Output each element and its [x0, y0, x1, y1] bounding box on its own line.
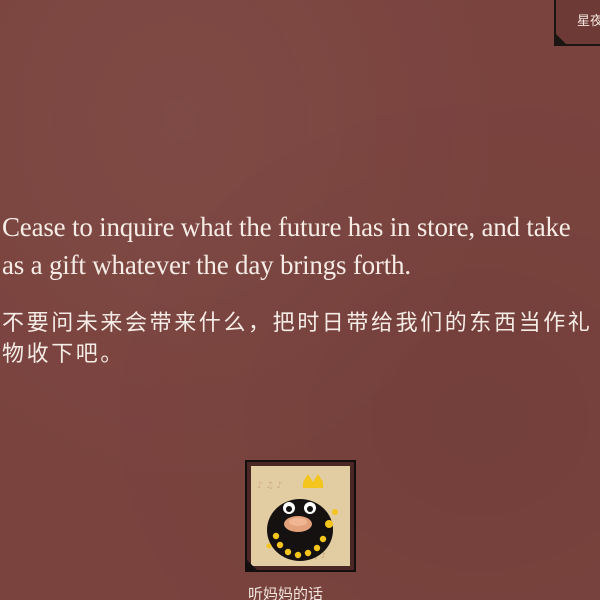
card-corner-mark: [556, 34, 566, 44]
quote-chinese: 不要问未来会带来什么，把时日带给我们的东西当作礼物收下吧。: [2, 311, 593, 367]
song-thumbnail-caption: 听妈妈的话: [248, 585, 324, 600]
song-thumbnail-card[interactable]: ♪ ♫ ♪ ♫ ♪: [245, 460, 356, 572]
cartoon-bird-icon: ♪ ♫ ♪ ♫ ♪: [251, 466, 350, 566]
top-right-thumbnail-label: 星夜: [577, 14, 600, 29]
svg-text:♪ ♫ ♪: ♪ ♫ ♪: [257, 481, 282, 491]
quote-english: Cease to inquire what the future has in …: [2, 212, 571, 280]
card-corner-mark: [247, 560, 257, 570]
